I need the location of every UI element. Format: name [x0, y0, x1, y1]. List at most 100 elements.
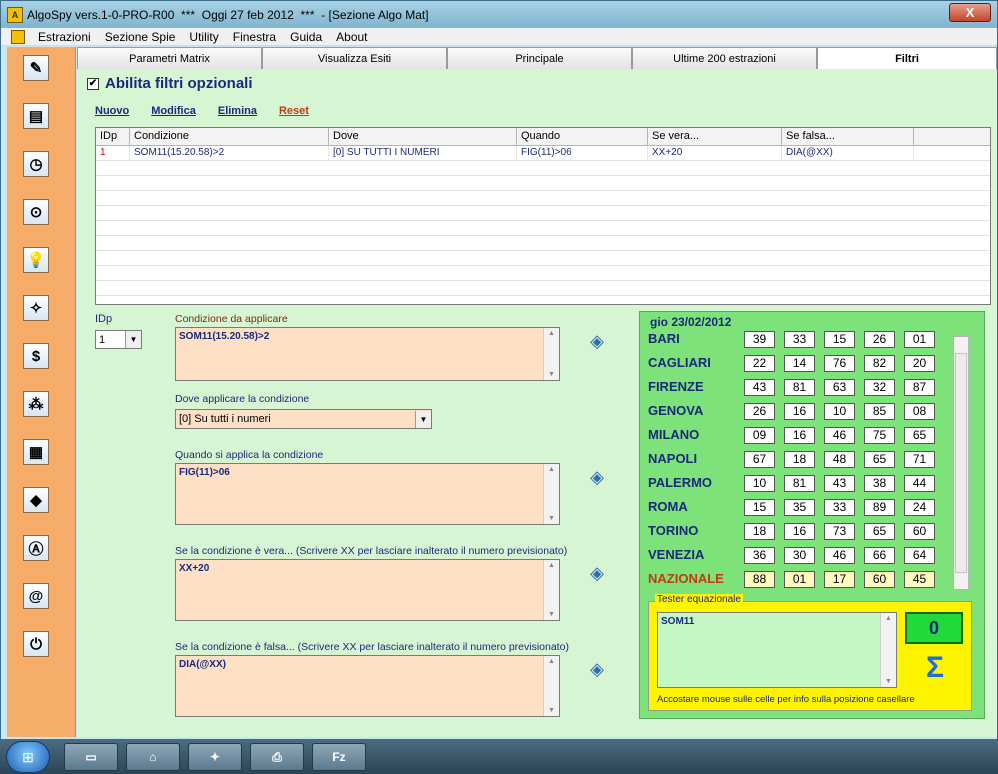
diamond-icon[interactable]: ◈ — [585, 563, 609, 583]
col-se-vera[interactable]: Se vera... — [648, 128, 782, 145]
clock-icon[interactable]: ◷ — [23, 151, 49, 177]
draw-number-cell[interactable]: 32 — [864, 379, 895, 396]
col-se-falsa[interactable]: Se falsa... — [782, 128, 914, 145]
draw-number-cell[interactable]: 65 — [864, 523, 895, 540]
draw-number-cell[interactable]: 82 — [864, 355, 895, 372]
menu-utility[interactable]: Utility — [182, 30, 225, 44]
idp-select[interactable]: 1 ▼ — [95, 330, 142, 349]
draw-number-cell[interactable]: 10 — [824, 403, 855, 420]
new-link[interactable]: Nuovo — [95, 105, 129, 117]
draw-number-cell[interactable]: 75 — [864, 427, 895, 444]
table-row[interactable]: 1 SOM11(15.20.58)>2 [0] SU TUTTI I NUMER… — [96, 146, 990, 161]
draw-number-cell[interactable]: 88 — [744, 571, 775, 588]
draw-number-cell[interactable]: 36 — [744, 547, 775, 564]
chevron-down-icon[interactable]: ▼ — [125, 331, 141, 348]
tester-scrollbar[interactable]: ▲ ▼ — [880, 613, 896, 687]
tab-ultime-200-estrazioni[interactable]: Ultime 200 estrazioni — [632, 47, 817, 69]
draw-number-cell[interactable]: 08 — [904, 403, 935, 420]
chevron-down-icon[interactable]: ▼ — [415, 410, 431, 428]
filters-grid[interactable]: IDp Condizione Dove Quando Se vera... Se… — [95, 127, 991, 305]
tab-parametri-matrix[interactable]: Parametri Matrix — [77, 47, 262, 69]
tab-visualizza-esiti[interactable]: Visualizza Esiti — [262, 47, 447, 69]
col-condizione[interactable]: Condizione — [130, 128, 329, 145]
draw-number-cell[interactable]: 45 — [904, 571, 935, 588]
when-input[interactable]: FIG(11)>06 ▲ ▼ — [175, 463, 560, 525]
menu-sezione-spie[interactable]: Sezione Spie — [98, 30, 183, 44]
draw-number-cell[interactable]: 35 — [784, 499, 815, 516]
draw-number-cell[interactable]: 38 — [864, 475, 895, 492]
draw-number-cell[interactable]: 60 — [904, 523, 935, 540]
close-button[interactable]: X — [949, 3, 991, 22]
menu-guida[interactable]: Guida — [283, 30, 329, 44]
algospy-icon[interactable]: ✦ — [188, 743, 242, 771]
dollar-icon[interactable]: $ — [23, 343, 49, 369]
start-button[interactable]: ⊞ — [6, 741, 50, 773]
where-select[interactable]: [0] Su tutti i numeri ▼ — [175, 409, 432, 429]
draw-number-cell[interactable]: 16 — [784, 427, 815, 444]
sigma-icon[interactable]: Σ — [919, 650, 951, 686]
col-quando[interactable]: Quando — [517, 128, 648, 145]
draw-number-cell[interactable]: 48 — [824, 451, 855, 468]
draw-number-cell[interactable]: 16 — [784, 523, 815, 540]
notebook-icon[interactable]: ▤ — [23, 103, 49, 129]
draw-number-cell[interactable]: 33 — [784, 331, 815, 348]
draw-number-cell[interactable]: 87 — [904, 379, 935, 396]
col-idp[interactable]: IDp — [96, 128, 130, 145]
pencil-icon[interactable]: ✎ — [23, 55, 49, 81]
draw-number-cell[interactable]: 33 — [824, 499, 855, 516]
draw-number-cell[interactable]: 22 — [744, 355, 775, 372]
draw-number-cell[interactable]: 14 — [784, 355, 815, 372]
tester-input[interactable]: SOM11 ▲ ▼ — [657, 612, 897, 688]
false-input[interactable]: DIA(@XX) ▲ ▼ — [175, 655, 560, 717]
letter-a-icon[interactable]: Ⓐ — [23, 535, 49, 561]
draw-number-cell[interactable]: 30 — [784, 547, 815, 564]
draw-number-cell[interactable]: 43 — [744, 379, 775, 396]
lightbulb-icon[interactable]: 💡 — [23, 247, 49, 273]
binoculars-icon[interactable]: ⊙ — [23, 199, 49, 225]
draw-number-cell[interactable]: 18 — [744, 523, 775, 540]
tab-filtri[interactable]: Filtri — [817, 47, 997, 69]
condition-input[interactable]: SOM11(15.20.58)>2 ▲ ▼ — [175, 327, 560, 381]
draw-number-cell[interactable]: 01 — [784, 571, 815, 588]
draw-number-cell[interactable]: 43 — [824, 475, 855, 492]
power-icon[interactable]: ⏻ — [23, 631, 49, 657]
draw-number-cell[interactable]: 89 — [864, 499, 895, 516]
calendar-icon[interactable]: ▦ — [23, 439, 49, 465]
draw-number-cell[interactable]: 18 — [784, 451, 815, 468]
draw-number-cell[interactable]: 63 — [824, 379, 855, 396]
condition-scrollbar[interactable]: ▲ ▼ — [543, 328, 559, 380]
edit-link[interactable]: Modifica — [151, 105, 196, 117]
false-scrollbar[interactable]: ▲ ▼ — [543, 656, 559, 716]
when-scrollbar[interactable]: ▲ ▼ — [543, 464, 559, 524]
juggler-icon[interactable]: ✧ — [23, 295, 49, 321]
draw-number-cell[interactable]: 81 — [784, 379, 815, 396]
address-book-icon[interactable]: @ — [23, 583, 49, 609]
mdi-child-icon[interactable] — [11, 29, 25, 44]
draw-number-cell[interactable]: 60 — [864, 571, 895, 588]
reset-link[interactable]: Reset — [279, 105, 309, 117]
col-dove[interactable]: Dove — [329, 128, 517, 145]
menu-estrazioni[interactable]: Estrazioni — [31, 30, 98, 44]
network-icon[interactable]: ⌂ — [126, 743, 180, 771]
filezilla-icon[interactable]: Fz — [312, 743, 366, 771]
draw-number-cell[interactable]: 15 — [824, 331, 855, 348]
draw-number-cell[interactable]: 64 — [904, 547, 935, 564]
shape-icon[interactable]: ◆ — [23, 487, 49, 513]
menu-about[interactable]: About — [329, 30, 374, 44]
diamond-icon[interactable]: ◈ — [585, 659, 609, 679]
draw-number-cell[interactable]: 71 — [904, 451, 935, 468]
draw-number-cell[interactable]: 16 — [784, 403, 815, 420]
draw-scrollbar[interactable] — [953, 336, 969, 590]
draw-number-cell[interactable]: 20 — [904, 355, 935, 372]
menu-finestra[interactable]: Finestra — [226, 30, 283, 44]
delete-link[interactable]: Elimina — [218, 105, 257, 117]
draw-number-cell[interactable]: 67 — [744, 451, 775, 468]
diamond-icon[interactable]: ◈ — [585, 331, 609, 351]
draw-number-cell[interactable]: 46 — [824, 427, 855, 444]
draw-number-cell[interactable]: 44 — [904, 475, 935, 492]
balls-icon[interactable]: ⁂ — [23, 391, 49, 417]
explorer-icon[interactable]: ▭ — [64, 743, 118, 771]
printer-icon[interactable]: ⎙ — [250, 743, 304, 771]
draw-number-cell[interactable]: 09 — [744, 427, 775, 444]
draw-number-cell[interactable]: 85 — [864, 403, 895, 420]
